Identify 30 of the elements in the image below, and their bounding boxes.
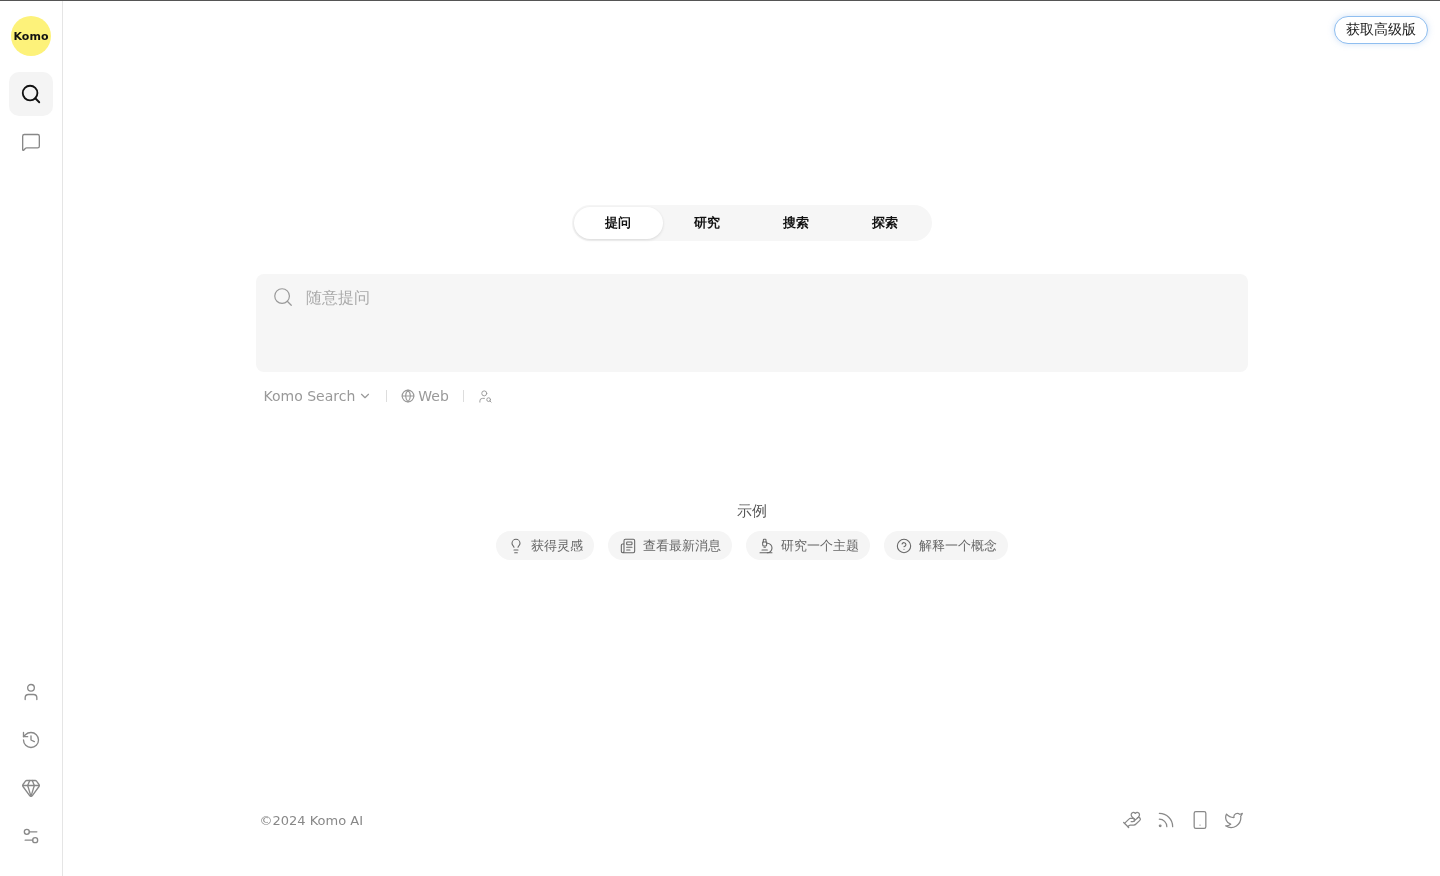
upgrade-button[interactable]: 获取高级版 — [1334, 16, 1428, 44]
footer-link[interactable] — [1121, 810, 1142, 830]
chat-bubble-icon — [21, 132, 41, 152]
example-chip[interactable]: 研究一个主题 — [745, 531, 870, 560]
settings-icon — [21, 826, 41, 846]
example-chip[interactable]: 获得灵感 — [495, 531, 594, 560]
copyright: ©2024 Komo AI — [259, 812, 364, 828]
newspaper-icon — [619, 537, 636, 554]
history-icon — [21, 730, 41, 750]
hand-heart-icon — [1121, 810, 1142, 830]
mode-tab[interactable]: 提问 — [573, 207, 663, 239]
globe-icon — [401, 389, 416, 403]
example-chip[interactable]: 查看最新消息 — [607, 531, 732, 560]
mode-tab[interactable]: 研究 — [662, 207, 752, 239]
search-field[interactable]: 随意提问 — [305, 286, 1232, 309]
diamond-icon — [21, 778, 41, 798]
microscope-icon — [757, 537, 774, 554]
user-search-button[interactable] — [477, 388, 493, 404]
mode-tab[interactable]: 搜索 — [751, 207, 841, 239]
search-icon — [20, 83, 42, 105]
search-icon — [271, 286, 294, 308]
bird-icon — [1223, 810, 1244, 830]
mode-tab[interactable]: 探索 — [840, 207, 930, 239]
user-search-icon — [477, 388, 493, 404]
question-circle-icon — [895, 537, 912, 554]
logo[interactable]: Komo — [11, 16, 51, 56]
example-chip[interactable]: 解释一个概念 — [883, 531, 1008, 560]
sidebar-button[interactable] — [9, 72, 53, 116]
examples-title: 示例 — [736, 502, 767, 521]
footer-link[interactable] — [1223, 810, 1244, 830]
